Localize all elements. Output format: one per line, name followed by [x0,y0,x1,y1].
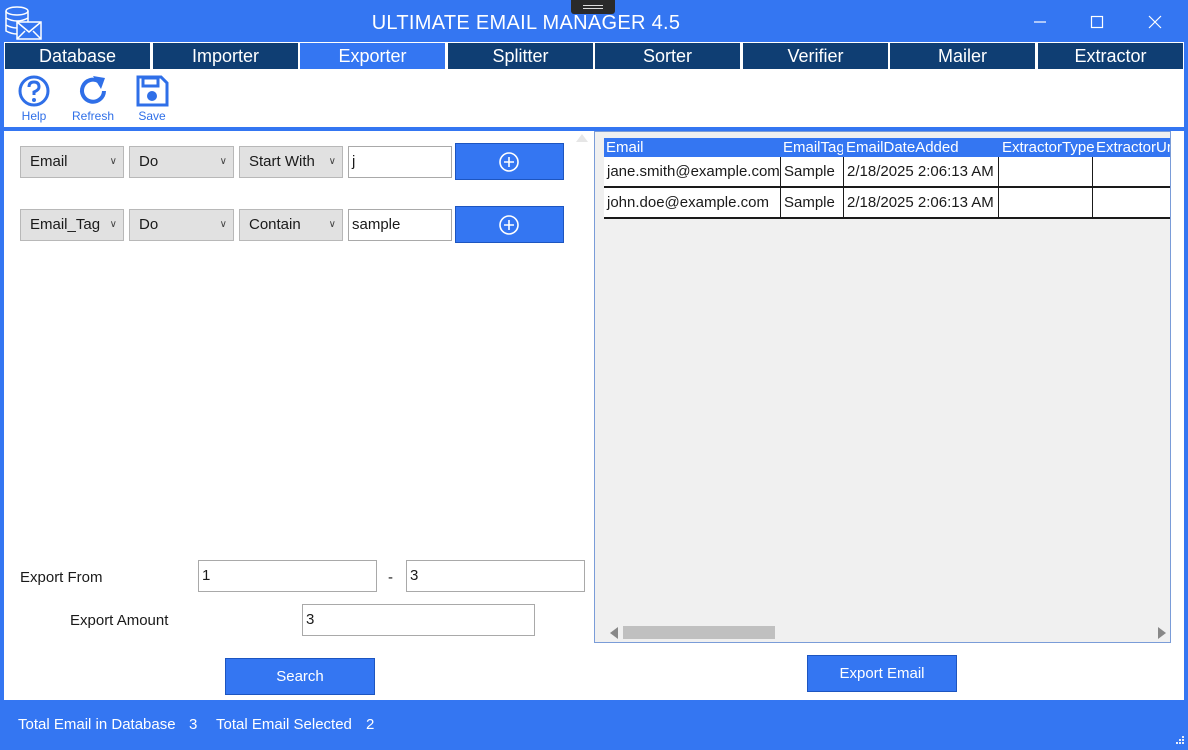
table-cell: Sample [781,157,844,186]
tab-importer[interactable]: Importer [153,43,298,69]
chevron-down-icon: ∨ [219,156,227,167]
table-cell: jane.smith@example.com [604,157,781,186]
table-row[interactable]: jane.smith@example.com Sample 2/18/2025 … [604,157,1170,188]
scrollbar-thumb[interactable] [623,626,775,639]
window-title: ULTIMATE EMAIL MANAGER 4.5 [371,12,681,34]
column-header-extractortype[interactable]: ExtractorType [1002,138,1094,158]
chevron-down-icon: ∨ [328,219,336,230]
table-row[interactable]: john.doe@example.com Sample 2/18/2025 2:… [604,188,1170,219]
main-tabs: Database Importer Exporter Splitter Sort… [4,42,1184,69]
chevron-down-icon: ∨ [328,156,336,167]
results-grid[interactable]: Email EmailTag EmailDateAdded ExtractorT… [594,131,1171,643]
table-cell: john.doe@example.com [604,188,781,217]
filter-condition-value: Contain [249,216,301,233]
table-cell [999,157,1093,186]
export-amount-input[interactable]: 3 [302,604,535,636]
tab-sorter[interactable]: Sorter [595,43,740,69]
filter-operator-select[interactable]: Do ∨ [129,209,234,241]
filter-value-input[interactable]: j [348,146,452,178]
filter-field-select[interactable]: Email ∨ [20,146,124,178]
selected-email-label: Total Email Selected [216,716,352,733]
minimize-icon[interactable] [1030,12,1050,32]
column-header-extractorurl[interactable]: ExtractorUrl [1096,138,1170,158]
tab-extractor[interactable]: Extractor [1038,43,1183,69]
table-cell [1093,157,1170,186]
total-email-value: 3 [189,716,198,733]
chevron-down-icon: ∨ [109,156,117,167]
table-cell [999,188,1093,217]
grid-header: Email EmailTag EmailDateAdded ExtractorT… [604,138,1170,158]
column-header-email[interactable]: Email [606,138,781,158]
search-button[interactable]: Search [225,658,375,695]
table-cell: Sample [781,188,844,217]
table-cell: 2/18/2025 2:06:13 AM [844,157,999,186]
save-label: Save [138,109,166,123]
selected-email-value: 2 [366,716,375,733]
plus-circle-icon [499,152,519,172]
help-label: Help [21,109,47,123]
filter-operator-value: Do [139,216,159,233]
title-bar: ULTIMATE EMAIL MANAGER 4.5 [0,0,1188,42]
help-button[interactable]: Help [9,75,59,123]
save-button[interactable]: Save [127,75,177,123]
column-header-emailtag[interactable]: EmailTag [783,138,843,158]
refresh-label: Refresh [71,109,115,123]
add-filter-button[interactable] [455,143,564,180]
scroll-left-icon[interactable] [610,627,618,639]
export-amount-label: Export Amount [70,612,169,629]
refresh-button[interactable]: Refresh [68,75,118,123]
tab-splitter[interactable]: Splitter [448,43,593,69]
total-email-label: Total Email in Database [18,716,176,733]
tab-database[interactable]: Database [5,43,150,69]
help-icon [18,75,50,107]
save-icon [136,75,169,107]
filter-field-value: Email [30,153,68,170]
tab-mailer[interactable]: Mailer [890,43,1035,69]
refresh-icon [80,76,106,104]
plus-circle-icon [499,215,519,235]
horizontal-scrollbar[interactable] [610,626,1166,640]
scroll-up-icon[interactable] [576,134,588,142]
filter-condition-value: Start With [249,153,315,170]
filter-field-value: Email_Tag [30,216,101,233]
filter-condition-select[interactable]: Contain ∨ [239,209,343,241]
scroll-right-icon[interactable] [1158,627,1166,639]
tab-exporter[interactable]: Exporter [300,43,445,69]
filter-value-input[interactable]: sample [348,209,452,241]
add-filter-button[interactable] [455,206,564,243]
filter-field-select[interactable]: Email_Tag ∨ [20,209,124,241]
maximize-icon[interactable] [1087,12,1107,32]
export-email-button[interactable]: Export Email [807,655,957,692]
column-header-emaildateadded[interactable]: EmailDateAdded [846,138,998,158]
toolbar: Help Refresh Save [4,69,1184,129]
range-separator: - [388,569,393,586]
close-icon[interactable] [1145,12,1165,32]
status-bar: Total Email in Database 3 Total Email Se… [0,700,1188,750]
filter-operator-value: Do [139,153,159,170]
chevron-down-icon: ∨ [219,219,227,230]
export-to-input[interactable]: 3 [406,560,585,592]
export-from-input[interactable]: 1 [198,560,377,592]
resize-grip-icon[interactable] [1172,734,1184,746]
table-cell: 2/18/2025 2:06:13 AM [844,188,999,217]
tab-verifier[interactable]: Verifier [743,43,888,69]
table-cell [1093,188,1170,217]
chevron-down-icon: ∨ [109,219,117,230]
filter-operator-select[interactable]: Do ∨ [129,146,234,178]
export-from-label: Export From [20,569,103,586]
filter-condition-select[interactable]: Start With ∨ [239,146,343,178]
